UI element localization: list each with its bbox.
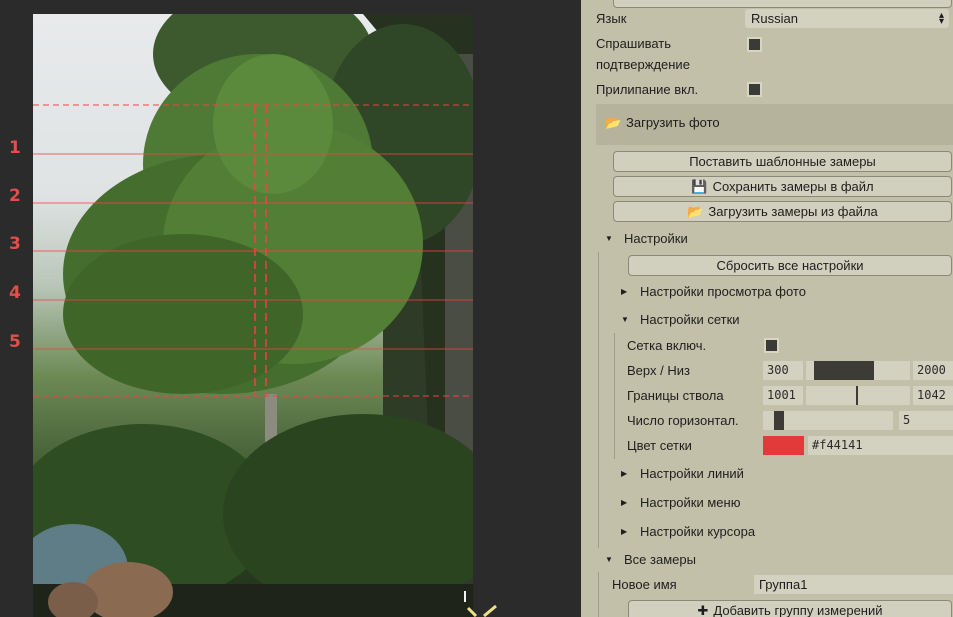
top-bottom-range-fill[interactable] — [814, 361, 874, 380]
settings-panel[interactable]: Язык Russian ▴ ▾ Спрашивать подтверждени… — [581, 0, 953, 617]
language-select[interactable]: Russian ▴ ▾ — [745, 9, 949, 28]
bottom-value-field[interactable]: 2000 — [913, 361, 953, 380]
add-group-label: Добавить группу измерений — [713, 603, 883, 617]
language-label: Язык — [596, 11, 627, 26]
trunk-range-fill[interactable] — [856, 386, 858, 405]
row-number-2: 2 — [9, 186, 21, 206]
photo-view-collapsed-icon[interactable]: ▶ — [621, 287, 627, 296]
row-number-1: 1 — [9, 138, 21, 158]
move-cursor-icon — [464, 591, 497, 617]
trunk-left-field[interactable]: 1001 — [763, 386, 803, 405]
grid-tree-line — [614, 333, 615, 459]
settings-expanded-icon[interactable]: ▼ — [605, 234, 613, 243]
language-select-value: Russian — [751, 11, 798, 26]
line-settings-collapsed-icon[interactable]: ▶ — [621, 469, 627, 478]
horiz-count-knob[interactable] — [774, 411, 784, 430]
horiz-count-label: Число горизонтал. — [627, 413, 739, 428]
top-bottom-range-slider[interactable] — [806, 361, 910, 380]
snap-checkbox[interactable] — [747, 82, 762, 97]
load-photo-label: Загрузить фото — [626, 115, 720, 130]
snap-label: Прилипание вкл. — [596, 82, 699, 97]
grid-settings-expanded-icon[interactable]: ▼ — [621, 315, 629, 324]
save-measures-label: Сохранить замеры в файл — [712, 179, 874, 194]
load-measures-label: Загрузить замеры из файла — [708, 204, 878, 219]
grid-color-swatch[interactable] — [763, 436, 804, 455]
measures-tree-line — [598, 572, 599, 617]
cursor-settings-header[interactable]: Настройки курсора — [640, 524, 755, 539]
grid-on-checkbox[interactable] — [764, 338, 779, 353]
row-number-5: 5 — [9, 332, 21, 352]
save-measures-button[interactable]: 💾 Сохранить замеры в файл — [613, 176, 952, 197]
tree-photo-drawing — [33, 14, 473, 617]
trunk-range-slider[interactable] — [806, 386, 910, 405]
tree-photo[interactable] — [33, 14, 473, 617]
floppy-icon: 💾 — [691, 179, 708, 194]
trunk-bounds-label: Границы ствола — [627, 388, 724, 403]
top-bottom-label: Верх / Низ — [627, 363, 690, 378]
folder-open-icon: 📂 — [687, 204, 704, 219]
cursor-settings-collapsed-icon[interactable]: ▶ — [621, 527, 627, 536]
all-measures-header[interactable]: Все замеры — [624, 552, 696, 567]
trunk-right-field[interactable]: 1042 — [913, 386, 953, 405]
ask-confirm-label-line2: подтверждение — [596, 57, 690, 72]
new-name-input[interactable]: Группа1 — [754, 575, 953, 594]
horiz-count-field[interactable]: 5 — [899, 411, 953, 430]
grid-settings-header[interactable]: Настройки сетки — [640, 312, 740, 327]
photo-viewer[interactable]: 1 2 3 4 5 — [0, 0, 581, 617]
settings-tree-line — [598, 252, 599, 548]
reset-all-label: Сбросить все настройки — [716, 258, 864, 273]
new-name-label: Новое имя — [612, 577, 677, 592]
load-photo-area[interactable]: 📂 Загрузить фото — [596, 104, 953, 145]
all-measures-expanded-icon[interactable]: ▼ — [605, 555, 613, 564]
ask-confirm-label-line1: Спрашивать — [596, 36, 672, 51]
set-template-button[interactable]: Поставить шаблонные замеры — [613, 151, 952, 172]
row-number-3: 3 — [9, 234, 21, 254]
menu-settings-header[interactable]: Настройки меню — [640, 495, 740, 510]
grid-color-label: Цвет сетки — [627, 438, 692, 453]
line-settings-header[interactable]: Настройки линий — [640, 466, 744, 481]
photo-view-settings-header[interactable]: Настройки просмотра фото — [640, 284, 806, 299]
folder-icon: 📂 — [605, 115, 622, 130]
horiz-count-slider[interactable] — [763, 411, 893, 430]
row-number-4: 4 — [9, 283, 21, 303]
grid-on-label: Сетка включ. — [627, 338, 707, 353]
ask-confirm-checkbox[interactable] — [747, 37, 762, 52]
settings-section-header[interactable]: Настройки — [624, 231, 688, 246]
reset-all-button[interactable]: Сбросить все настройки — [628, 255, 952, 276]
menu-settings-collapsed-icon[interactable]: ▶ — [621, 498, 627, 507]
grid-color-field[interactable]: #f44141 — [808, 436, 953, 455]
load-measures-button[interactable]: 📂 Загрузить замеры из файла — [613, 201, 952, 222]
add-group-button[interactable]: ✚ Добавить группу измерений — [628, 600, 952, 617]
help-button-partial[interactable] — [613, 0, 952, 8]
add-icon: ✚ — [697, 603, 709, 617]
top-value-field[interactable]: 300 — [763, 361, 803, 380]
select-arrow-down-icon: ▾ — [938, 16, 944, 27]
set-template-label: Поставить шаблонные замеры — [689, 154, 876, 169]
